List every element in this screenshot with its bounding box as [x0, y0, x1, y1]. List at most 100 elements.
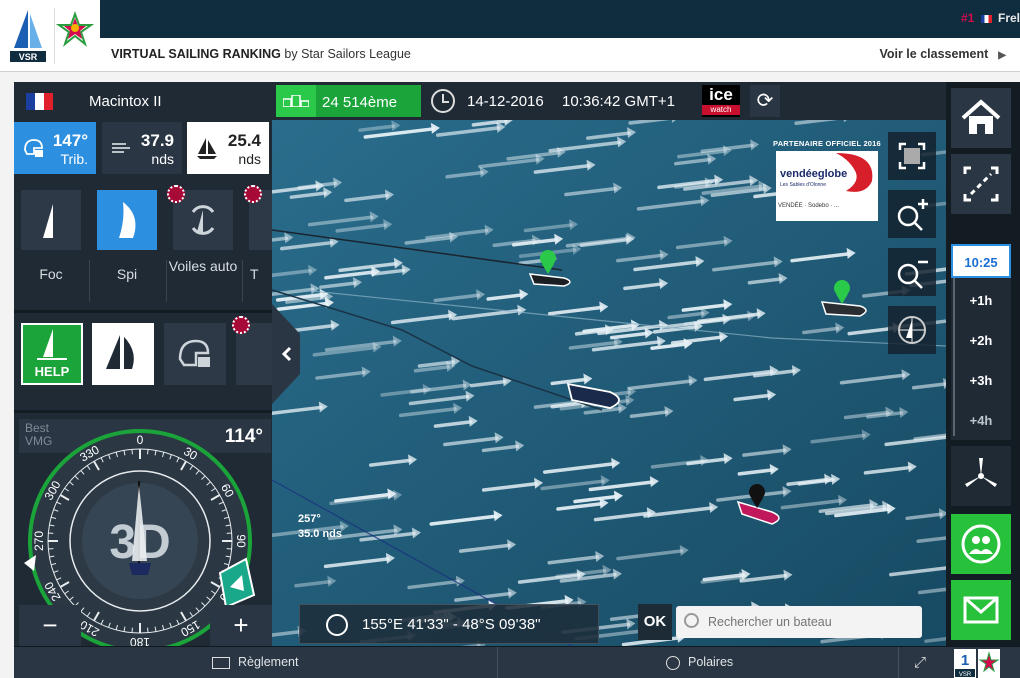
- sail-foc-button[interactable]: [21, 190, 81, 250]
- heading-unit: Trib.: [60, 151, 88, 167]
- top-banner: VSR #1 Frel VIRTUAL SAILING RANKING by S…: [0, 0, 1020, 72]
- sail-selector: Foc Spi Voiles auto T: [14, 184, 272, 306]
- timeline-current[interactable]: 10:25: [951, 244, 1011, 278]
- users-icon: [961, 524, 1001, 564]
- heading-stat[interactable]: 147° Trib.: [14, 122, 96, 174]
- center-boat-button[interactable]: [888, 306, 936, 354]
- rank-badge[interactable]: #1 Frel: [961, 11, 1020, 25]
- boat-search-input[interactable]: [708, 612, 914, 632]
- clock-icon: [431, 89, 455, 113]
- autopilot-button[interactable]: [164, 323, 226, 385]
- compass-icon: [326, 614, 348, 636]
- forecast-timeline: 10:25 +1h +2h +3h +4h: [951, 244, 1011, 440]
- heading-minus-button[interactable]: −: [19, 605, 81, 649]
- polar-icon: [666, 655, 680, 670]
- home-button[interactable]: [951, 88, 1011, 148]
- boat-name: Macintox II: [89, 93, 162, 110]
- game-time: 10:36:42 GMT+1: [562, 93, 675, 110]
- fullscreen-icon: [898, 142, 926, 170]
- banner-dark-strip: [100, 0, 1020, 38]
- game-area: Macintox II 24 514ème 14-12-2016 10:36:4…: [14, 82, 1020, 678]
- helmet-lock-icon: [24, 139, 43, 157]
- help-sail-icon: [37, 329, 67, 360]
- play-arrow-icon: ▶: [998, 50, 1006, 61]
- compass-label: 0: [137, 433, 144, 447]
- svg-text:VSR: VSR: [19, 52, 38, 62]
- zoom-in-icon: [897, 199, 928, 231]
- sail-foc-label: Foc: [39, 266, 63, 282]
- search-icon: [684, 613, 699, 628]
- wind-layer-button[interactable]: [951, 446, 1011, 506]
- fullscreen-button[interactable]: [888, 132, 936, 180]
- vip-badge-icon: [232, 316, 250, 334]
- player-boat[interactable]: [566, 382, 620, 409]
- ssl-badge[interactable]: [978, 649, 1000, 678]
- sail-spi-label: Spi: [116, 266, 138, 282]
- sails-view-button[interactable]: [92, 323, 154, 385]
- help-button[interactable]: HELP: [21, 323, 83, 385]
- twin-sail-icon: [106, 335, 134, 369]
- timeline-plus-4h[interactable]: +4h: [951, 404, 1011, 438]
- compass-label: 270: [32, 531, 46, 551]
- action-row: HELP: [14, 310, 272, 396]
- rules-link[interactable]: Règlement: [212, 655, 298, 669]
- timeline-plus-1h[interactable]: +1h: [951, 284, 1011, 318]
- boat-speed-value: 25.4: [227, 131, 261, 150]
- route-icon: [963, 166, 999, 202]
- vsr-badge[interactable]: 1 VSR: [954, 649, 976, 678]
- heading-value: 147°: [52, 131, 88, 150]
- heading-plus-button[interactable]: +: [210, 605, 272, 649]
- banner-title: VIRTUAL SAILING RANKING by Star Sailors …: [111, 47, 411, 61]
- vip-badge-icon: [244, 185, 262, 203]
- app-root: VSR #1 Frel VIRTUAL SAILING RANKING by S…: [0, 0, 1020, 678]
- vsr-logo[interactable]: VSR: [8, 8, 48, 64]
- zoom-out-icon: [897, 260, 928, 289]
- compass-label: 90: [234, 534, 248, 548]
- route-tool-button[interactable]: [951, 154, 1011, 214]
- sail-auto-label: Voiles auto: [168, 258, 238, 274]
- zoom-in-button[interactable]: [888, 190, 936, 238]
- coordinates-text: 155°E 41'33" - 48°S 09'38": [362, 616, 541, 633]
- wind-icon: [112, 143, 130, 153]
- timeline-plus-3h[interactable]: +3h: [951, 364, 1011, 398]
- timeline-plus-2h[interactable]: +2h: [951, 324, 1011, 358]
- opponent-boat-3[interactable]: [736, 484, 780, 525]
- sailboat-icon: [197, 138, 217, 159]
- compass-panel: BestVMG 114° 030609012015018021024027030…: [14, 410, 272, 649]
- refresh-button[interactable]: ⟳: [750, 85, 780, 117]
- book-icon: [212, 656, 230, 669]
- wind-speed-value: 37.9: [140, 131, 174, 150]
- helmet-lock-icon: [178, 339, 210, 367]
- envelope-icon: [963, 596, 999, 624]
- wind-speed-stat: 37.9 nds: [102, 122, 182, 174]
- opponent-boat-1[interactable]: [528, 250, 571, 287]
- partner-logo[interactable]: PARTENAIRE OFFICIEL 2016 vendéeglobe Les…: [773, 139, 881, 222]
- game-topbar: Macintox II 24 514ème 14-12-2016 10:36:4…: [14, 82, 946, 120]
- expand-icon[interactable]: ⤢: [914, 654, 926, 671]
- social-button[interactable]: [951, 514, 1011, 574]
- ssl-logo[interactable]: [54, 8, 95, 64]
- messages-button[interactable]: [951, 580, 1011, 640]
- bottom-bar: Règlement Polaires ⤢ 1 VSR: [14, 646, 1020, 678]
- view-ranking-link[interactable]: Voir le classement ▶: [879, 47, 1006, 61]
- boat-speed-stat: 25.4 nds: [187, 122, 269, 174]
- polars-link[interactable]: Polaires: [666, 655, 733, 670]
- spinnaker-sail-icon: [119, 202, 136, 238]
- sail-spi-button[interactable]: [97, 190, 157, 250]
- zoom-out-button[interactable]: [888, 248, 936, 296]
- game-date: 14-12-2016: [467, 93, 544, 110]
- ranking-button[interactable]: 24 514ème: [276, 85, 421, 117]
- ok-button[interactable]: OK: [638, 604, 672, 640]
- cursor-wind-readout: 257° 35.0 nds: [298, 513, 343, 540]
- svg-text:1: 1: [961, 652, 969, 669]
- left-control-panel: 147° Trib. 37.9 nds 25.4 nds Foc Spi Voi…: [14, 120, 272, 649]
- right-sidebar: 10:25 +1h +2h +3h +4h: [946, 82, 1020, 646]
- collapse-panel-tab[interactable]: [272, 304, 302, 404]
- coordinates-display: 155°E 41'33" - 48°S 09'38": [299, 604, 599, 644]
- sail-extra-label: T: [250, 266, 259, 282]
- wind-turbine-icon: [965, 458, 997, 487]
- rank-number: #1: [960, 11, 975, 25]
- icewatch-logo[interactable]: ice watch: [702, 85, 740, 117]
- rank-player-name: Frel: [997, 11, 1020, 25]
- opponent-boat-2[interactable]: [820, 280, 867, 317]
